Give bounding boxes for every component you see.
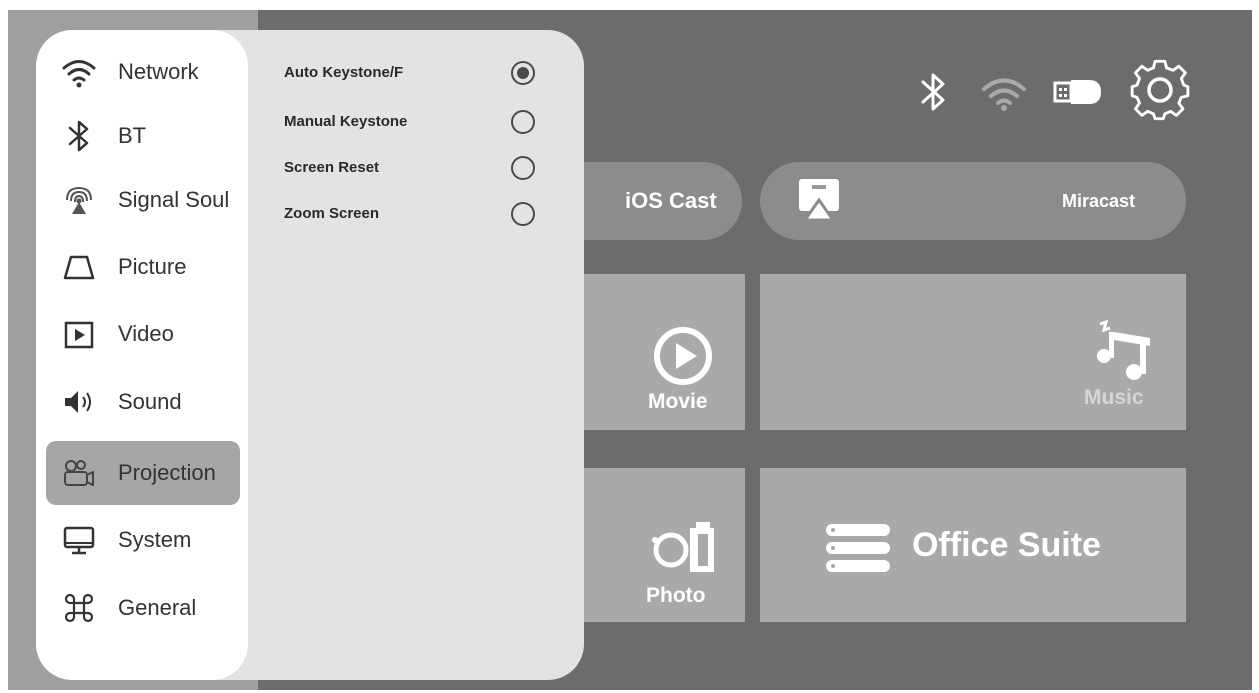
wifi-icon[interactable] <box>978 62 1030 122</box>
menu-item-signal-soul[interactable]: Signal Soul <box>46 168 240 232</box>
menu-item-bt[interactable]: BT <box>46 104 240 168</box>
wifi-icon <box>62 55 96 89</box>
manual-keystone-radio[interactable] <box>511 110 535 134</box>
bluetooth-icon[interactable] <box>915 62 951 122</box>
play-circle-icon <box>651 324 715 388</box>
miracast-button[interactable]: Miracast <box>760 162 1186 240</box>
command-icon <box>62 591 96 625</box>
menu-item-label: Video <box>118 321 174 346</box>
menu-item-label: Projection <box>118 460 216 485</box>
projector-icon <box>62 456 96 490</box>
projector-home-screen: iOS Cast Miracast Movie Music Photo Offi… <box>0 0 1259 693</box>
movie-label: Movie <box>648 390 708 413</box>
menu-item-label: Network <box>118 59 199 84</box>
camera-icon <box>646 520 718 576</box>
monitor-icon <box>62 523 96 557</box>
music-note-icon <box>1090 316 1160 386</box>
option-label: Screen Reset <box>284 159 380 176</box>
video-play-icon <box>62 317 96 351</box>
photo-tile[interactable]: Photo <box>560 468 745 622</box>
menu-item-projection[interactable]: Projection <box>46 441 240 505</box>
menu-item-label: Picture <box>118 254 187 279</box>
settings-sidebar: Network BT Signal Soul Picture Video Sou… <box>36 30 248 680</box>
menu-item-network[interactable]: Network <box>46 40 240 104</box>
screen-cast-icon <box>798 178 840 222</box>
menu-item-label: General <box>118 595 197 620</box>
music-label: Music <box>1084 386 1144 409</box>
menu-item-label: BT <box>118 123 147 148</box>
zoom-screen-radio[interactable] <box>511 202 535 226</box>
picture-icon <box>62 250 96 284</box>
speaker-icon <box>62 385 96 419</box>
option-auto-keystone[interactable]: Auto Keystone/F <box>284 55 584 91</box>
movie-tile[interactable]: Movie <box>560 274 745 430</box>
menu-item-label: Signal Soul <box>118 187 230 212</box>
menu-item-label: Sound <box>118 389 182 414</box>
stacked-list-icon <box>826 524 890 572</box>
menu-item-general[interactable]: General <box>46 576 240 640</box>
bluetooth-icon <box>62 119 96 153</box>
screen-reset-radio[interactable] <box>511 156 535 180</box>
office-suite-label: Office Suite <box>912 526 1101 564</box>
ios-cast-label: iOS Cast <box>625 188 717 213</box>
miracast-label: Miracast <box>1062 191 1136 211</box>
menu-item-system[interactable]: System <box>46 508 240 572</box>
menu-item-sound[interactable]: Sound <box>46 370 240 434</box>
menu-item-video[interactable]: Video <box>46 302 240 366</box>
menu-item-picture[interactable]: Picture <box>46 235 240 299</box>
option-screen-reset[interactable]: Screen Reset <box>284 150 584 186</box>
settings-gear-icon[interactable] <box>1124 56 1196 124</box>
option-label: Manual Keystone <box>284 113 408 130</box>
music-tile[interactable]: Music <box>760 274 1186 430</box>
usb-drive-icon[interactable] <box>1049 62 1109 122</box>
auto-keystone-radio[interactable] <box>511 61 535 85</box>
photo-label: Photo <box>646 584 706 607</box>
office-suite-tile[interactable]: Office Suite <box>760 468 1186 622</box>
option-label: Auto Keystone/F <box>284 64 404 81</box>
option-manual-keystone[interactable]: Manual Keystone <box>284 104 584 140</box>
option-label: Zoom Screen <box>284 205 380 222</box>
settings-menu-panel: Network BT Signal Soul Picture Video Sou… <box>36 30 584 680</box>
option-zoom-screen[interactable]: Zoom Screen <box>284 196 584 232</box>
signal-source-icon <box>62 183 96 217</box>
menu-item-label: System <box>118 527 192 552</box>
